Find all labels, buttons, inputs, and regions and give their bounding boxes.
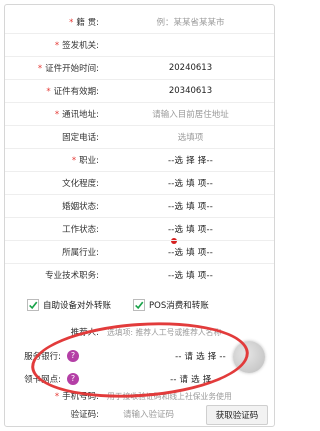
required-mark: * [71,156,77,166]
row-landline[interactable]: 固定电话: 选填项 [5,126,274,148]
checkbox-box[interactable] [27,299,39,311]
native-place-label: 籍 贯: [76,18,99,28]
row-professional-title[interactable]: 专业技术职务: --选 填 项-- [5,264,274,286]
education-label: 文化程度: [62,179,99,189]
required-mark: * [54,110,60,120]
row-industry[interactable]: 所属行业: --选 填 项-- [5,241,274,263]
occupation-select[interactable]: --选 择 择-- [107,154,274,166]
address-input[interactable]: 请输入目前居住地址 [107,108,274,120]
marital-label: 婚姻状态: [62,202,99,212]
education-select[interactable]: --选 填 项-- [107,177,274,189]
row-work-status[interactable]: 工作状态: --选 填 项-- [5,218,274,240]
verify-code-label: 验证码: [70,410,99,420]
pos-transfer-checkbox[interactable]: POS消费和转账 [133,299,209,311]
issuing-authority-label: 签发机关: [62,41,99,51]
native-place-input[interactable]: 例：某某省某某市 [107,16,274,28]
form-panel: * 籍 贯: 例：某某省某某市 * 签发机关: * 证件开始时间: 20240613 … [4,4,275,427]
work-status-label: 工作状态: [62,225,99,235]
professional-title-select[interactable]: --选 填 项-- [107,269,274,281]
required-mark: * [54,41,60,51]
row-id-start[interactable]: * 证件开始时间: 20240613 [5,57,274,79]
self-service-transfer-checkbox[interactable]: 自助设备对外转账 [27,299,111,311]
row-id-expiry[interactable]: * 证件有效期: 20340613 [5,80,274,102]
industry-label: 所属行业: [62,248,99,258]
checkbox-box[interactable] [133,299,145,311]
check-icon [135,301,144,310]
landline-input[interactable]: 选填项 [107,131,274,143]
required-mark: * [69,18,74,28]
row-marital[interactable]: 婚姻状态: --选 填 项-- [5,195,274,217]
row-occupation[interactable]: * 职业: --选 择 择-- [5,149,274,171]
row-issuing-authority[interactable]: * 签发机关: [5,34,274,56]
check-icon [29,301,38,310]
required-mark: * [46,87,51,97]
self-service-transfer-label: 自助设备对外转账 [43,301,112,311]
id-start-input[interactable]: 20240613 [107,63,274,73]
pos-transfer-label: POS消费和转账 [149,301,209,311]
row-address[interactable]: * 通讯地址: 请输入目前居住地址 [5,103,274,125]
professional-title-label: 专业技术职务: [45,271,99,281]
get-code-button[interactable]: 获取验证码 [206,405,268,425]
industry-select[interactable]: --选 填 项-- [107,246,274,258]
id-start-label: 证件开始时间: [45,64,99,74]
row-education[interactable]: 文化程度: --选 填 项-- [5,172,274,194]
id-expiry-label: 证件有效期: [53,87,99,97]
landline-label: 固定电话: [62,133,99,143]
work-status-select[interactable]: --选 填 项-- [107,223,274,235]
marital-select[interactable]: --选 填 项-- [107,200,274,212]
row-native-place[interactable]: * 籍 贯: 例：某某省某某市 [5,11,274,33]
occupation-label: 职业: [79,156,99,166]
address-label: 通讯地址: [62,110,99,120]
required-mark: * [54,392,60,402]
id-expiry-input[interactable]: 20340613 [107,86,274,96]
required-mark: * [37,64,43,74]
